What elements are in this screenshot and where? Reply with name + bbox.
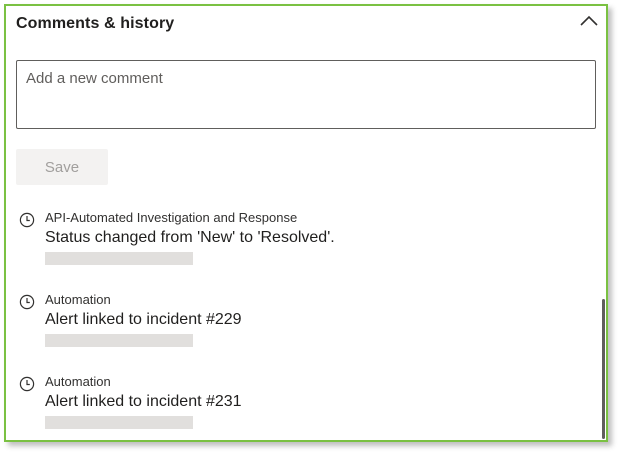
collapse-button[interactable]	[578, 12, 600, 30]
history-text: Alert linked to incident #229	[45, 311, 242, 328]
save-button[interactable]: Save	[16, 149, 108, 185]
scrollbar[interactable]	[602, 299, 605, 439]
redacted-timestamp	[45, 334, 193, 347]
history-actor: Automation	[45, 374, 111, 389]
redacted-timestamp	[45, 252, 193, 265]
clock-icon	[19, 376, 35, 392]
history-text: Alert linked to incident #231	[45, 393, 242, 410]
clock-icon	[19, 212, 35, 228]
clock-icon	[19, 294, 35, 310]
history-actor: Automation	[45, 292, 111, 307]
history-text: Status changed from 'New' to 'Resolved'.	[45, 229, 335, 246]
panel-title: Comments & history	[16, 15, 175, 32]
redacted-timestamp	[45, 416, 193, 429]
comments-history-panel: Comments & history Save API-Automated In…	[4, 4, 608, 442]
new-comment-input[interactable]	[16, 60, 596, 129]
chevron-up-icon	[580, 15, 598, 26]
history-actor: API-Automated Investigation and Response	[45, 210, 298, 225]
